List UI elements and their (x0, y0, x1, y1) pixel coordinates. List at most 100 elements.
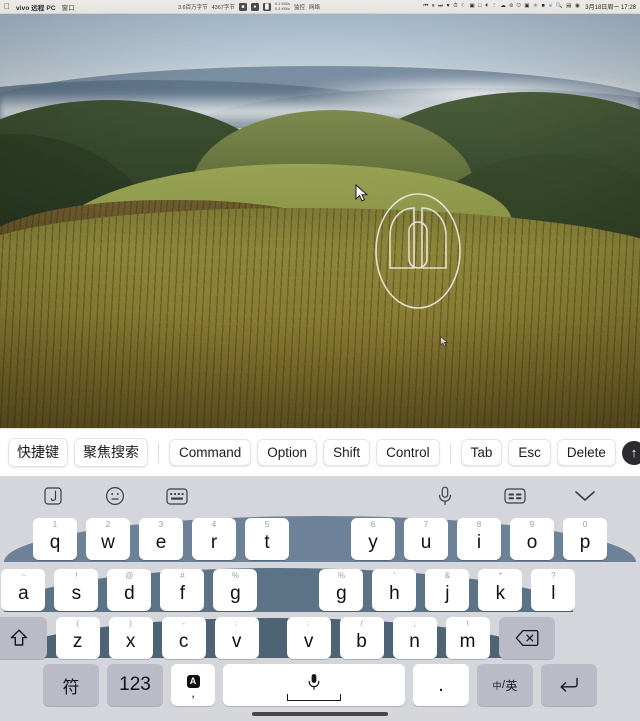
key-d[interactable]: @ d (107, 569, 152, 611)
space-key[interactable] (223, 664, 405, 706)
key-c-sup: - (182, 619, 185, 628)
battery-icon[interactable]: ■ (541, 3, 544, 10)
memory-monitor-icon[interactable]: ● (250, 2, 259, 11)
wifi-icon[interactable]: ♅ (548, 3, 552, 10)
keyboard-row-1: 1 q 2 w 3 e 4 r 5 t 6 y 7 u 8 i 9 o 0 p (4, 516, 636, 562)
menubar-app-name[interactable]: vivo 远程 PC (16, 2, 56, 12)
headphones-icon[interactable]: ⎋ (516, 3, 520, 10)
key-r[interactable]: 4 r (192, 518, 236, 560)
menubar-item-window[interactable]: 窗口 (62, 2, 75, 12)
key-n-label: n (409, 630, 420, 652)
key-x-sup: ) (129, 619, 132, 628)
forward-icon[interactable]: ⏭ (438, 3, 443, 10)
key-i[interactable]: 8 i (457, 518, 501, 560)
tab-key-button[interactable]: Tab (460, 438, 503, 467)
shield-icon[interactable]: ⦻ (509, 3, 513, 10)
key-m[interactable]: \ m (445, 617, 490, 659)
menubar-clock[interactable]: 3月18日周一 17:28 (585, 2, 636, 11)
key-f[interactable]: # f (160, 569, 205, 611)
esc-key-button[interactable]: Esc (508, 438, 551, 467)
key-g-left[interactable]: % g (213, 569, 258, 611)
key-k[interactable]: * k (478, 569, 523, 611)
key-v-left[interactable]: : v (214, 617, 259, 659)
display-icon[interactable]: □ (478, 3, 481, 10)
control-center-icon[interactable]: ▤ (566, 3, 571, 10)
return-arrow-icon (558, 676, 580, 694)
option-key-button[interactable]: Option (257, 438, 318, 467)
home-indicator (252, 712, 388, 716)
key-v-left-label: v (231, 630, 242, 652)
shift-key-button[interactable]: Shift (323, 438, 371, 467)
key-z[interactable]: ( z (55, 617, 100, 659)
moon-icon[interactable]: ☾ (461, 3, 466, 10)
screenshot-icon[interactable]: ▣ (524, 3, 529, 10)
language-toggle-key[interactable]: 中 / 英 (477, 664, 533, 706)
key-j[interactable]: & j (425, 569, 470, 611)
shift-arrow-icon (9, 628, 29, 648)
key-k-label: k (495, 582, 506, 604)
siri-icon[interactable]: ◉ (575, 3, 580, 10)
command-key-button[interactable]: Command (169, 438, 252, 467)
key-y[interactable]: 6 y (351, 518, 395, 560)
cpu-monitor-icon[interactable]: ■ (238, 2, 247, 11)
clock-circle-icon[interactable]: ⏱ (453, 3, 457, 10)
key-d-sup: @ (125, 571, 134, 580)
symbol-key[interactable]: 符 (43, 664, 99, 706)
sliders-icon[interactable]: ⋮ (491, 3, 497, 10)
number-key[interactable]: 123 (107, 664, 163, 706)
key-t[interactable]: 5 t (245, 518, 289, 560)
collapse-keyboard-icon[interactable] (570, 483, 600, 509)
key-c[interactable]: - c (161, 617, 206, 659)
key-l[interactable]: ? l (531, 569, 576, 611)
key-u-sup: 7 (423, 520, 429, 529)
cloud-icon[interactable]: ☁ (500, 3, 506, 10)
battery-status-icon[interactable]: ▣ (470, 3, 475, 10)
key-v-right[interactable]: : v (286, 617, 331, 659)
timer-icon[interactable]: ⏴ (485, 3, 488, 10)
key-q-label: q (49, 531, 61, 553)
shortcut-key-button[interactable]: 快捷键 (8, 438, 68, 467)
return-key[interactable] (541, 664, 597, 706)
keyboard-toolbar-left (38, 483, 192, 509)
key-w[interactable]: 2 w (86, 518, 130, 560)
key-q[interactable]: 1 q (33, 518, 77, 560)
key-h[interactable]: ' h (372, 569, 417, 611)
key-o[interactable]: 9 o (510, 518, 554, 560)
key-b[interactable]: / b (339, 617, 384, 659)
key-a[interactable]: ~ a (1, 569, 46, 611)
backspace-key[interactable] (498, 617, 555, 659)
disk-monitor-icon[interactable]: █ (262, 2, 271, 11)
keyboard-settings-icon[interactable] (500, 483, 530, 509)
key-g-right[interactable]: % g (319, 569, 364, 611)
handwriting-input-icon[interactable] (38, 483, 68, 509)
period-key[interactable]: . (413, 664, 469, 706)
spotlight-search-button[interactable]: 聚焦搜索 (74, 438, 148, 467)
remote-desktop-viewport[interactable] (0, 14, 640, 428)
emoji-icon[interactable] (100, 483, 130, 509)
toolbar-divider-2 (449, 442, 451, 463)
key-g-left-label: g (230, 582, 241, 604)
heart-icon[interactable]: ♥ (447, 3, 450, 10)
rewind-icon[interactable]: ⏮ (423, 3, 428, 10)
control-key-button[interactable]: Control (376, 438, 440, 467)
keyboard-row-4: 符 123 A , . 中 / 英 (4, 664, 636, 706)
keyboard-icon[interactable] (162, 483, 192, 509)
key-p[interactable]: 0 p (563, 518, 607, 560)
key-v-left-sup: : (235, 619, 238, 628)
key-x[interactable]: ) x (108, 617, 153, 659)
comma-key[interactable]: A , (171, 664, 215, 706)
bluetooth-icon[interactable]: ⚛ (533, 3, 538, 10)
spotlight-search-icon[interactable]: 🔍 (556, 3, 563, 10)
arrow-up-button[interactable]: ↑ (621, 440, 640, 465)
delete-key-button[interactable]: Delete (556, 438, 616, 467)
key-u[interactable]: 7 u (404, 518, 448, 560)
key-n[interactable]: ; n (392, 617, 437, 659)
key-s-sup: ! (75, 571, 78, 580)
key-s[interactable]: ! s (54, 569, 99, 611)
play-pause-icon[interactable]: ⏸ (432, 3, 435, 10)
key-s-label: s (71, 582, 82, 604)
shift-key[interactable] (0, 617, 47, 659)
apple-logo-icon[interactable]:  (4, 2, 10, 11)
microphone-icon[interactable] (430, 483, 460, 509)
key-e[interactable]: 3 e (139, 518, 183, 560)
